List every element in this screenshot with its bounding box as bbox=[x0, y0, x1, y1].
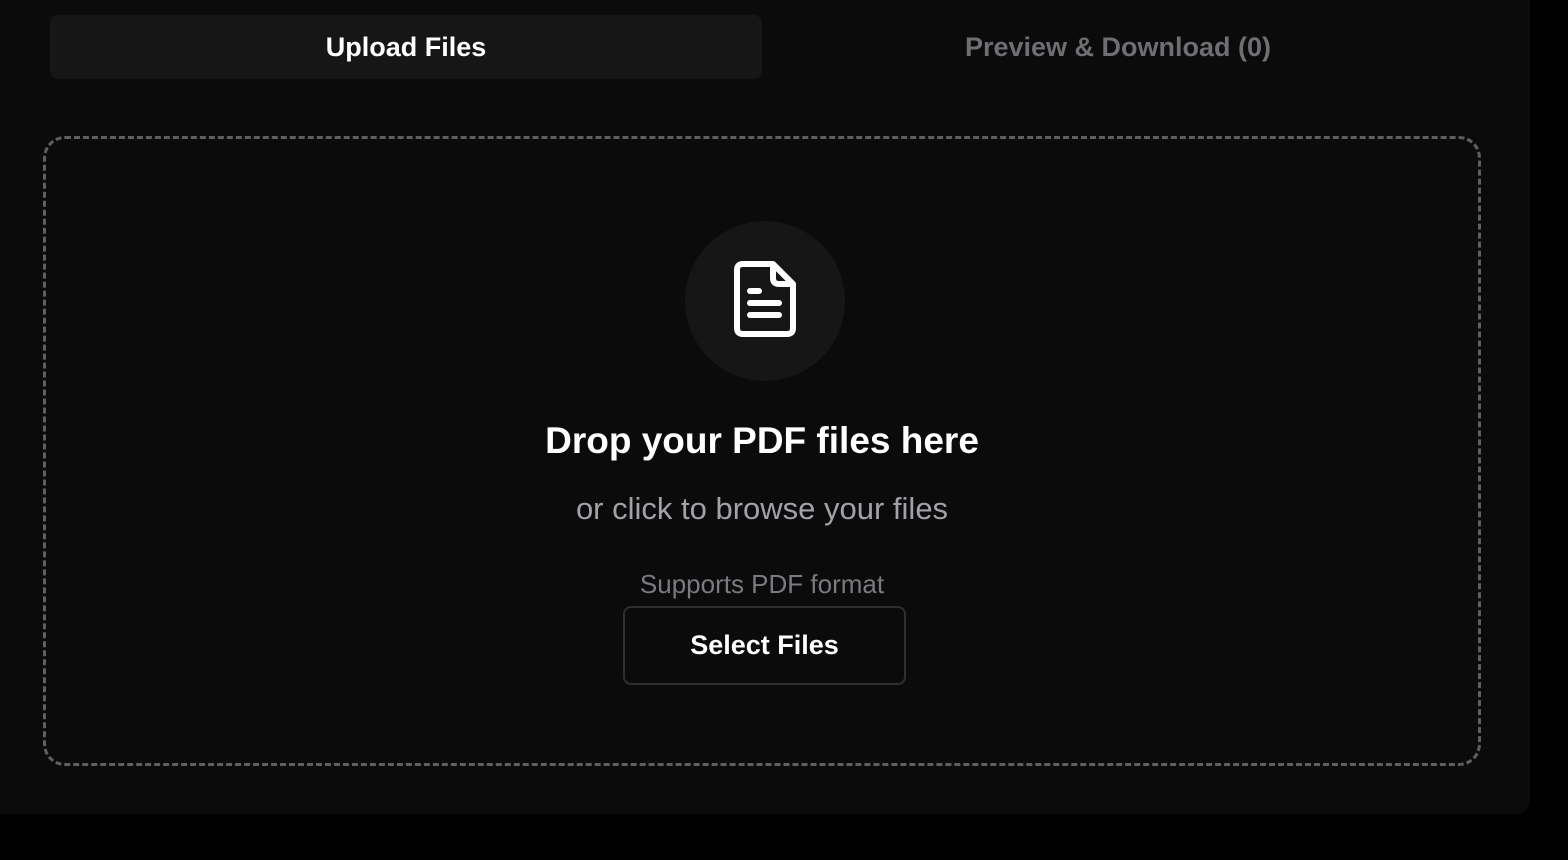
supported-format-hint: Supports PDF format bbox=[639, 569, 885, 599]
file-text-icon bbox=[733, 260, 797, 342]
upload-panel: Upload Files Preview & Download (0) Drop… bbox=[0, 0, 1530, 814]
tab-preview-download[interactable]: Preview & Download (0) bbox=[762, 15, 1474, 79]
pdf-dropzone[interactable]: Drop your PDF files here or click to bro… bbox=[43, 136, 1481, 766]
dropzone-subheading: or click to browse your files bbox=[575, 491, 949, 526]
dropzone-heading: Drop your PDF files here bbox=[545, 420, 979, 461]
file-icon-container bbox=[685, 221, 845, 381]
tab-upload-files[interactable]: Upload Files bbox=[50, 15, 762, 79]
select-files-button[interactable]: Select Files bbox=[623, 606, 906, 685]
tab-bar: Upload Files Preview & Download (0) bbox=[50, 15, 1480, 79]
